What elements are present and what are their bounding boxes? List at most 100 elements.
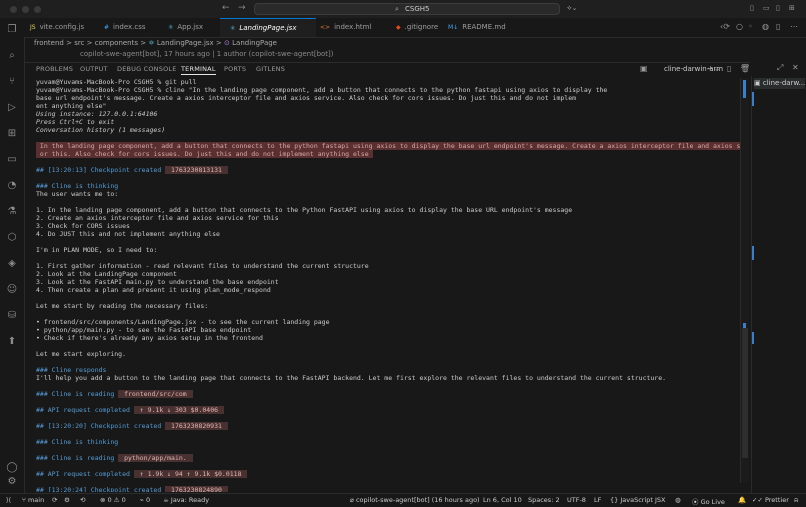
copilot-chat-icon[interactable]: ◔ bbox=[6, 180, 18, 192]
tab-index-css[interactable]: # index.css bbox=[104, 18, 146, 37]
window-controls[interactable] bbox=[10, 6, 41, 13]
bell-icon[interactable]: 🔔 bbox=[738, 496, 746, 504]
new-terminal-icon[interactable]: +⌄ bbox=[707, 64, 720, 73]
prettier-status[interactable]: ✓✓ Prettier bbox=[752, 496, 789, 504]
run-debug-icon[interactable]: ▷ bbox=[6, 102, 18, 114]
toggle-panel-icon[interactable]: ▭ bbox=[763, 4, 770, 12]
tab-landing-page-jsx[interactable]: ⚛ LandingPage.jsx bbox=[220, 18, 316, 37]
minimize-window-dot[interactable] bbox=[22, 6, 29, 13]
search-icon[interactable]: ⌕ bbox=[6, 50, 18, 62]
tab-problems[interactable]: PROBLEMS bbox=[36, 65, 73, 73]
settings-sync-icon[interactable]: ⚙ bbox=[64, 496, 70, 504]
split-editor-icon[interactable]: ▯ bbox=[776, 22, 780, 31]
antenna-icon[interactable]: ⌁ 0 bbox=[140, 496, 150, 504]
circle-icon[interactable]: ○ bbox=[736, 22, 743, 31]
terminal-line: ## [13:20:13] Checkpoint created 1763230… bbox=[36, 166, 228, 174]
tab-debug-console[interactable]: DEBUG CONSOLE bbox=[117, 65, 177, 73]
close-panel-icon[interactable]: ✕ bbox=[792, 63, 799, 72]
testing-icon[interactable]: ⚗ bbox=[6, 206, 18, 218]
toggle-sidebar-icon[interactable]: ▯ bbox=[750, 4, 754, 12]
breadcrumb-file[interactable]: LandingPage.jsx bbox=[157, 39, 214, 47]
tab-output[interactable]: OUTPUT bbox=[80, 65, 108, 73]
java-status[interactable]: ☕ Java: Ready bbox=[163, 496, 209, 504]
copilot-status-icon[interactable]: ◍ bbox=[675, 496, 681, 504]
tab-app-jsx[interactable]: ⚛ App.jsx bbox=[168, 18, 203, 37]
settings-gear-icon[interactable]: ⚙ bbox=[6, 476, 18, 488]
remote-icon[interactable]: ⟩⟨ bbox=[6, 496, 11, 504]
breadcrumb-src[interactable]: src bbox=[74, 39, 84, 47]
extensions-icon[interactable]: ⊞ bbox=[6, 128, 18, 140]
encoding[interactable]: UTF-8 bbox=[567, 496, 586, 504]
remote-explorer-icon[interactable]: ▭ bbox=[6, 154, 18, 166]
explorer-icon[interactable]: ❐ bbox=[6, 24, 18, 36]
notifications-icon[interactable]: ⍾ bbox=[794, 496, 798, 505]
terminal-output[interactable]: yuvam@Yuvams-MacBook-Pro CSGH5 % git pul… bbox=[36, 76, 740, 492]
terminal-tag: 1763230813131 bbox=[165, 166, 228, 174]
command-center-search[interactable]: ⌕ CSGH5 bbox=[254, 3, 560, 15]
git-blame-annotation[interactable]: copilot-swe-agent[bot], 17 hours ago | 1… bbox=[80, 49, 334, 59]
terminal-line-text: I'll help you add a button to the landin… bbox=[36, 374, 667, 382]
terminal-list-item[interactable]: ▣ cline-darw... bbox=[754, 78, 805, 89]
terminal-line-text: 3. Check for CORS issues bbox=[36, 222, 130, 230]
terminal-tag: 1763230820931 bbox=[165, 422, 228, 430]
deploy-icon[interactable]: ⬆ bbox=[6, 336, 18, 348]
tab-index-html[interactable]: <> index.html bbox=[320, 18, 371, 37]
tab-gitignore[interactable]: ◆ .gitignore bbox=[396, 18, 438, 37]
cursor-position[interactable]: Ln 6, Col 10 bbox=[483, 496, 522, 504]
account-icon[interactable]: ◯ bbox=[6, 462, 18, 474]
more-actions-icon[interactable]: ⋯ bbox=[740, 63, 748, 72]
forward-arrow-icon[interactable]: → bbox=[238, 3, 246, 13]
terminal-line-text: Press Ctrl+C to exit bbox=[36, 118, 115, 126]
language-mode[interactable]: {} JavaScript JSX bbox=[610, 496, 666, 504]
database-icon[interactable]: ⛁ bbox=[6, 310, 18, 322]
indentation[interactable]: Spaces: 2 bbox=[528, 496, 560, 504]
terminal-line: ### Cline is thinking bbox=[36, 438, 118, 446]
copilot-edit-icon[interactable]: ◍ bbox=[762, 22, 769, 31]
tab-vite-config[interactable]: JS vite.config.js bbox=[30, 18, 84, 37]
back-arrow-icon[interactable]: ← bbox=[222, 3, 230, 13]
tab-readme[interactable]: M↓ README.md bbox=[448, 18, 506, 37]
toggle-secondary-sidebar-icon[interactable]: ▯ bbox=[776, 4, 780, 12]
containers-icon[interactable]: ⬡ bbox=[6, 232, 18, 244]
timeline-icon[interactable]: ‹⟳ bbox=[720, 22, 730, 31]
dot-icon[interactable]: ◦ bbox=[748, 22, 753, 31]
activity-bar: ❐ ⌕ ⑂ ▷ ⊞ ▭ ◔ ⚗ ⬡ ◈ ☺ ⛁ ⬆ ◯ ⚙ bbox=[0, 18, 25, 493]
sync-icon[interactable]: ⟳ bbox=[52, 496, 57, 504]
line-ending[interactable]: LF bbox=[594, 496, 601, 504]
terminal-shell-icon: ▣ bbox=[640, 64, 648, 73]
copilot-icon[interactable]: ⟡⌄ bbox=[567, 4, 578, 13]
split-terminal-icon[interactable]: ▯ bbox=[727, 64, 731, 73]
breadcrumb-symbol[interactable]: LandingPage bbox=[232, 39, 277, 47]
terminal-line-text: ### Cline is reading bbox=[36, 454, 119, 462]
branch-indicator[interactable]: ⑂ main bbox=[22, 496, 44, 504]
scroll-thumb[interactable] bbox=[742, 328, 748, 458]
close-window-dot[interactable] bbox=[10, 6, 17, 13]
source-control-icon[interactable]: ⑂ bbox=[6, 76, 18, 88]
tab-terminal[interactable]: TERMINAL bbox=[181, 65, 216, 75]
tab-gitlens[interactable]: GITLENS bbox=[256, 65, 285, 73]
go-live-button[interactable]: ⦿ Go Live bbox=[692, 496, 725, 506]
gitlens-icon[interactable]: ◈ bbox=[6, 258, 18, 270]
terminal-line-text: 3. Look at the FastAPI main.py to unders… bbox=[36, 278, 279, 286]
cline-icon[interactable]: ☺ bbox=[6, 284, 18, 296]
maximize-window-dot[interactable] bbox=[34, 6, 41, 13]
maximize-panel-icon[interactable]: ⤢ bbox=[777, 63, 783, 73]
terminal-line: 2. Look at the LandingPage component bbox=[36, 270, 177, 278]
live-share-icon[interactable]: ⟲ bbox=[80, 496, 85, 504]
terminal-shell-icon: ▣ bbox=[754, 79, 763, 87]
more-actions-icon[interactable]: ⋯ bbox=[790, 22, 798, 31]
search-text: CSGH5 bbox=[405, 5, 430, 13]
tab-ports[interactable]: PORTS bbox=[224, 65, 246, 73]
terminal-line: Let me start exploring. bbox=[36, 350, 126, 358]
terminal-line: 1. In the landing page component, add a … bbox=[36, 206, 572, 214]
scroll-marker bbox=[752, 246, 754, 260]
git-blame-status[interactable]: ⌀ copilot-swe-agent[bot] (16 hours ago) bbox=[350, 496, 480, 504]
search-icon: ⌕ bbox=[395, 5, 399, 13]
layout-icon[interactable]: ⊞ bbox=[789, 4, 795, 12]
breadcrumb-components[interactable]: components bbox=[95, 39, 138, 47]
problems-indicator[interactable]: ⊗ 0 ⚠ 0 bbox=[100, 496, 126, 504]
terminal-scrollbar[interactable] bbox=[740, 78, 749, 483]
terminal-line: Conversation history (1 messages) bbox=[36, 126, 165, 134]
breadcrumb-frontend[interactable]: frontend bbox=[34, 39, 64, 47]
terminal-line: • Check if there's already any axios set… bbox=[36, 334, 263, 342]
